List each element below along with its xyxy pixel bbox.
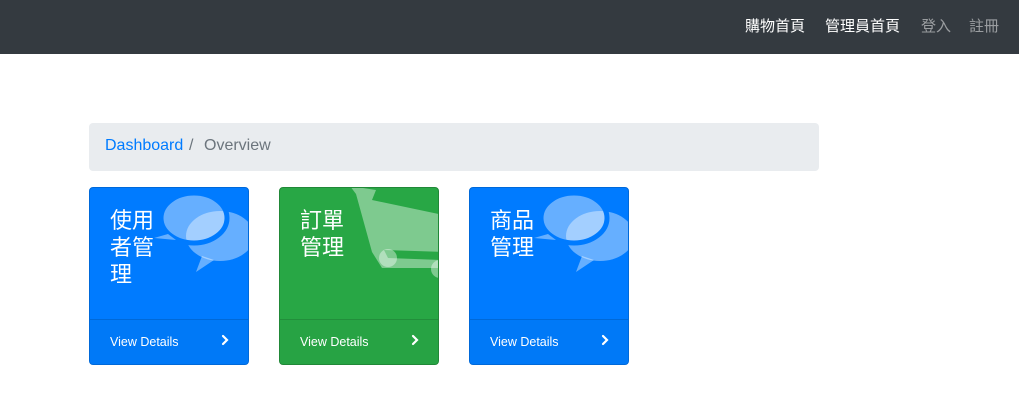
nav-link-shop-home[interactable]: 購物首頁	[745, 16, 805, 36]
card-title: 商品管理	[490, 209, 535, 261]
view-details-label: View Details	[490, 335, 559, 349]
view-details-link[interactable]: View Details	[280, 319, 438, 364]
chevron-right-icon	[601, 334, 609, 346]
breadcrumb-link-dashboard[interactable]: Dashboard	[105, 137, 183, 155]
card-product-management: 商品管理 View Details	[469, 187, 629, 365]
breadcrumb-separator: /	[189, 137, 194, 154]
view-details-label: View Details	[300, 335, 369, 349]
view-details-link[interactable]: View Details	[90, 319, 248, 364]
chevron-right-icon	[221, 334, 229, 346]
top-navbar: 購物首頁 管理員首頁 登入 註冊	[0, 0, 1019, 54]
view-details-label: View Details	[110, 335, 179, 349]
card-order-management: 訂單管理 View Details	[279, 187, 439, 365]
nav-link-login[interactable]: 登入	[921, 16, 951, 36]
nav-link-register[interactable]: 註冊	[969, 16, 999, 36]
view-details-link[interactable]: View Details	[470, 319, 628, 364]
breadcrumb-current: Overview	[204, 137, 271, 154]
breadcrumb: Dashboard / Overview	[89, 123, 819, 171]
card-title: 使用者管理	[110, 209, 155, 288]
card-user-management: 使用者管理 View Details	[89, 187, 249, 365]
card-title: 訂單管理	[300, 209, 345, 261]
nav-link-admin-home[interactable]: 管理員首頁	[825, 16, 900, 36]
chevron-right-icon	[411, 334, 419, 346]
